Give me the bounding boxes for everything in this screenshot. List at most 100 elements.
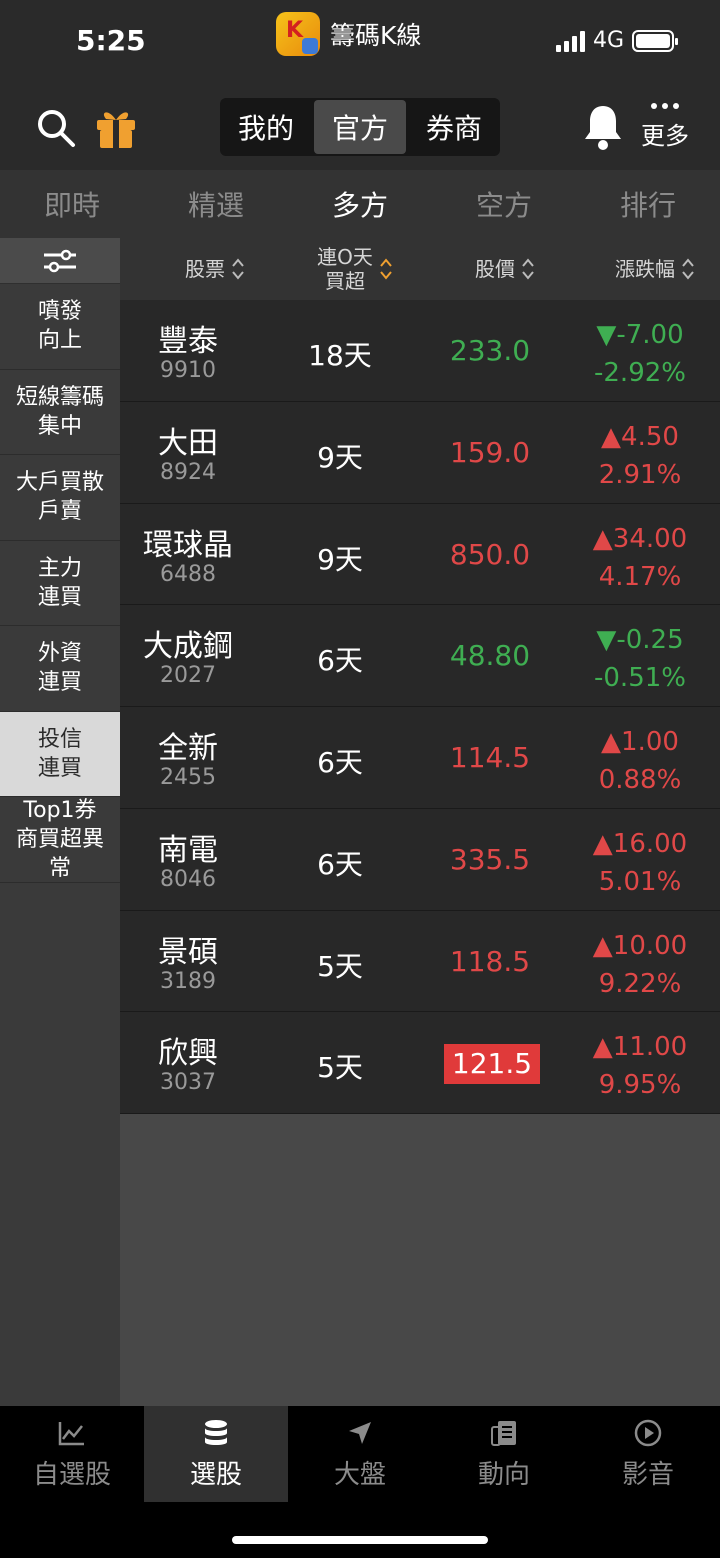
stock-code: 9910 bbox=[160, 358, 216, 383]
change-percent: 9.95% bbox=[598, 1070, 682, 1101]
nav-label: 大盤 bbox=[333, 1459, 386, 1490]
price-change: ▲16.00 5.01% bbox=[560, 825, 720, 901]
price-change: ▼-0.25 -0.51% bbox=[560, 621, 720, 697]
header-days[interactable]: 連O天 買超 bbox=[290, 238, 420, 300]
stock-price: 118.5 bbox=[449, 944, 531, 978]
price-change: ▲10.00 9.22% bbox=[560, 927, 720, 1003]
segment-mine[interactable]: 我的 bbox=[220, 98, 312, 156]
sidebar-item-short-term-concentration[interactable]: 短線籌碼 集中 bbox=[0, 370, 120, 455]
gift-icon[interactable] bbox=[94, 106, 138, 150]
consecutive-days: 5天 bbox=[317, 949, 363, 983]
tab-ranking[interactable]: 排行 bbox=[576, 170, 720, 238]
price-change: ▲11.00 9.95% bbox=[560, 1028, 720, 1104]
sidebar-item-main-force[interactable]: 主力 連買 bbox=[0, 541, 120, 626]
header-stock[interactable]: 股票 bbox=[120, 238, 310, 300]
table-row[interactable]: 豐泰 9910 18天 233.0 ▼-7.00 -2.92% bbox=[120, 300, 720, 402]
table-row[interactable]: 南電 8046 6天 335.5 ▲16.00 5.01% bbox=[120, 808, 720, 911]
nav-watchlist[interactable]: 自選股 bbox=[0, 1406, 144, 1502]
signal-icon bbox=[555, 30, 585, 52]
table-row[interactable]: 大成鋼 2027 6天 48.80 ▼-0.25 -0.51% bbox=[120, 605, 720, 707]
table-row[interactable]: 全新 2455 6天 114.5 ▲1.00 0.88% bbox=[120, 707, 720, 809]
filter-button[interactable] bbox=[0, 238, 120, 284]
consecutive-days: 9天 bbox=[317, 542, 363, 576]
stock-name: 全新 bbox=[158, 731, 218, 766]
segment-broker[interactable]: 券商 bbox=[408, 98, 500, 156]
tab-featured[interactable]: 精選 bbox=[144, 170, 288, 238]
stock-price: 159.0 bbox=[449, 435, 531, 469]
stock-price: 335.5 bbox=[449, 842, 531, 876]
consecutive-days: 9天 bbox=[317, 440, 363, 474]
price-change: ▼-7.00 -2.92% bbox=[560, 316, 720, 392]
change-percent: 2.91% bbox=[598, 459, 682, 490]
header-days-label: 連O天 買超 bbox=[317, 245, 373, 293]
line-chart-icon bbox=[58, 1421, 84, 1445]
nav-label: 動向 bbox=[477, 1459, 530, 1490]
nav-stock-picker[interactable]: 選股 bbox=[144, 1406, 288, 1502]
change-amount: ▲10.00 bbox=[592, 930, 688, 961]
change-percent: 9.22% bbox=[598, 968, 682, 999]
segment-official[interactable]: 官方 bbox=[314, 100, 406, 154]
header-stock-label: 股票 bbox=[185, 257, 225, 281]
sort-icon bbox=[232, 258, 244, 280]
strategy-sidebar: 噴發 向上 短線籌碼 集中 大戶買散 戶賣 主力 連買 外資 連買 投信 連買 … bbox=[0, 238, 120, 1406]
sidebar-item-investment-trust[interactable]: 投信 連買 bbox=[0, 711, 120, 797]
change-amount: ▼-0.25 bbox=[596, 625, 684, 656]
nav-trends[interactable]: 動向 bbox=[432, 1406, 576, 1502]
table-row[interactable]: 欣興 3037 5天 121.5 ▲11.00 9.95% bbox=[120, 1012, 720, 1114]
table-empty-area bbox=[120, 1114, 720, 1406]
table-row[interactable]: 景碩 3189 5天 118.5 ▲10.00 9.22% bbox=[120, 910, 720, 1013]
home-indicator[interactable] bbox=[232, 1536, 488, 1544]
stock-code: 3037 bbox=[160, 1070, 216, 1096]
sidebar-item-top1-broker[interactable]: Top1券 商買超異 常 bbox=[0, 797, 120, 883]
stock-code: 8924 bbox=[160, 459, 216, 485]
navigation-arrow-icon bbox=[349, 1421, 371, 1444]
table-row[interactable]: 大田 8924 9天 159.0 ▲4.50 2.91% bbox=[120, 401, 720, 504]
header-price[interactable]: 股價 bbox=[440, 238, 570, 300]
price-change: ▲34.00 4.17% bbox=[560, 520, 720, 596]
consecutive-days: 6天 bbox=[317, 746, 363, 779]
tab-bearish[interactable]: 空方 bbox=[432, 170, 576, 238]
change-amount: ▼-7.00 bbox=[596, 320, 684, 350]
stock-price: 48.80 bbox=[449, 639, 531, 673]
sidebar-item-big-buy-retail-sell[interactable]: 大戶買散 戶賣 bbox=[0, 455, 120, 541]
consecutive-days: 6天 bbox=[317, 644, 363, 678]
sidebar-item-foreign[interactable]: 外資 連買 bbox=[0, 626, 120, 712]
change-percent: 5.01% bbox=[598, 866, 682, 897]
sort-active-icon bbox=[380, 258, 392, 280]
stock-code: 2455 bbox=[160, 765, 216, 790]
search-icon[interactable] bbox=[36, 108, 76, 148]
battery-icon bbox=[632, 29, 678, 52]
change-percent: 0.88% bbox=[598, 765, 682, 795]
more-label: 更多 bbox=[641, 122, 689, 150]
stock-name: 大田 bbox=[158, 425, 218, 461]
consecutive-days: 5天 bbox=[317, 1051, 363, 1085]
tab-realtime[interactable]: 即時 bbox=[0, 170, 144, 238]
status-time: 5:25 bbox=[76, 24, 146, 57]
nav-label: 影音 bbox=[621, 1459, 674, 1490]
header-change[interactable]: 漲跌幅 bbox=[590, 238, 720, 300]
app-title: K 籌碼K線 bbox=[276, 12, 421, 56]
change-amount: ▲16.00 bbox=[592, 828, 688, 859]
change-percent: -0.51% bbox=[594, 663, 686, 694]
tab-bullish[interactable]: 多方 bbox=[288, 170, 432, 238]
nav-market[interactable]: 大盤 bbox=[288, 1406, 432, 1502]
filter-sliders-icon bbox=[44, 249, 76, 272]
nav-video[interactable]: 影音 bbox=[576, 1406, 720, 1502]
sidebar-item-breakout[interactable]: 噴發 向上 bbox=[0, 284, 120, 370]
table-header: 股票 連O天 買超 股價 漲跌幅 bbox=[120, 238, 720, 300]
stock-code: 6488 bbox=[160, 561, 216, 587]
bell-icon[interactable] bbox=[582, 102, 624, 152]
more-button[interactable]: 更多 bbox=[640, 100, 690, 151]
stock-name: 大成鋼 bbox=[143, 629, 233, 665]
nav-label: 自選股 bbox=[32, 1459, 111, 1490]
change-percent: 4.17% bbox=[598, 561, 682, 592]
consecutive-days: 18天 bbox=[308, 339, 372, 372]
play-circle-icon bbox=[634, 1419, 662, 1446]
table-row[interactable]: 環球晶 6488 9天 850.0 ▲34.00 4.17% bbox=[120, 503, 720, 606]
change-amount: ▲11.00 bbox=[592, 1032, 688, 1063]
stock-code: 8046 bbox=[160, 866, 216, 892]
stock-code: 2027 bbox=[160, 663, 216, 689]
database-stack-icon bbox=[205, 1419, 227, 1445]
stock-name: 欣興 bbox=[158, 1036, 218, 1072]
nav-label: 選股 bbox=[189, 1459, 242, 1490]
